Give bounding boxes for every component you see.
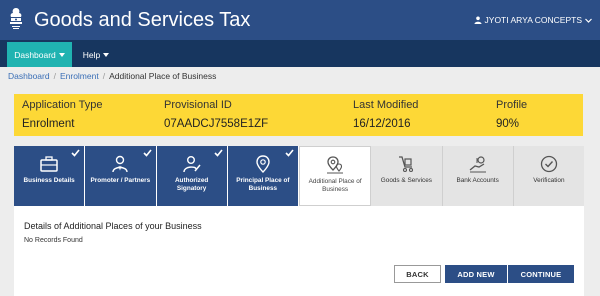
- breadcrumb-separator: /: [102, 71, 106, 81]
- step-label: Promoter / Partners: [90, 177, 151, 184]
- nav-help[interactable]: Help: [76, 42, 116, 67]
- nav-dashboard[interactable]: Dashboard: [7, 42, 72, 67]
- check-icon: [142, 149, 152, 157]
- user-menu[interactable]: JYOTI ARYA CONCEPTS: [474, 15, 592, 25]
- breadcrumb-current: Additional Place of Business: [109, 71, 217, 81]
- step-label: Business Details: [23, 177, 75, 184]
- briefcase-icon: [40, 156, 58, 172]
- step-label: Verification: [533, 177, 565, 184]
- check-icon: [285, 149, 294, 157]
- check-icon: [214, 149, 223, 157]
- national-emblem-icon: [10, 8, 22, 29]
- person-icon: [112, 155, 129, 173]
- no-records-text: No Records Found: [24, 237, 83, 244]
- check-icon: [71, 149, 80, 157]
- enrolment-steps: Business Details Promoter / Partners Aut…: [14, 146, 584, 206]
- application-type-value: Enrolment: [22, 118, 75, 130]
- back-button[interactable]: BACK: [394, 265, 441, 283]
- step-label: Bank Accounts: [456, 177, 499, 184]
- breadcrumb-dashboard[interactable]: Dashboard: [8, 71, 50, 81]
- continue-button[interactable]: CONTINUE: [508, 265, 574, 283]
- location-pin-icon: [256, 155, 270, 173]
- step-principal-place[interactable]: Principal Place of Business: [227, 146, 299, 206]
- step-label: Principal Place of Business: [236, 177, 290, 192]
- bank-icon: [469, 156, 486, 173]
- profile-value: 90%: [496, 118, 520, 130]
- step-authorized-signatory[interactable]: Authorized Signatory: [156, 146, 228, 206]
- nav-dashboard-label: Dashboard: [14, 49, 56, 60]
- last-modified-label: Last Modified: [353, 99, 419, 111]
- application-summary-banner: Application Type Enrolment Provisional I…: [14, 94, 583, 136]
- step-label: Goods & Services: [380, 177, 432, 184]
- step-promoter-partners[interactable]: Promoter / Partners: [85, 146, 157, 206]
- nav-help-label: Help: [82, 49, 101, 60]
- step-verification[interactable]: Verification: [513, 146, 584, 206]
- breadcrumb: Dashboard / Enrolment / Additional Place…: [8, 71, 216, 81]
- goods-icon: [399, 156, 414, 173]
- add-new-button[interactable]: ADD NEW: [445, 265, 507, 283]
- verification-icon: [540, 155, 558, 173]
- user-name: JYOTI ARYA CONCEPTS: [484, 15, 582, 25]
- locations-icon: [327, 156, 344, 174]
- panel-title: Details of Additional Places of your Bus…: [24, 221, 202, 231]
- step-bank-accounts[interactable]: Bank Accounts: [442, 146, 514, 206]
- chevron-down-icon: [585, 18, 592, 23]
- signatory-icon: [182, 156, 201, 173]
- breadcrumb-separator: /: [53, 71, 56, 81]
- profile-label: Profile: [496, 99, 528, 111]
- step-goods-services[interactable]: Goods & Services: [371, 146, 443, 206]
- application-type-label: Application Type: [22, 99, 103, 111]
- main-nav: Dashboard Help: [0, 40, 600, 67]
- caret-down-icon: [103, 52, 110, 57]
- last-modified-value: 16/12/2016: [353, 118, 411, 130]
- content-panel: Details of Additional Places of your Bus…: [14, 206, 584, 296]
- step-additional-place[interactable]: Additional Place of Business: [299, 146, 372, 206]
- app-title: Goods and Services Tax: [34, 9, 251, 31]
- step-label: Authorized Signatory: [174, 177, 209, 192]
- provisional-id-label: Provisional ID: [164, 99, 232, 111]
- provisional-id-value: 07AADCJ7558E1ZF: [164, 118, 269, 130]
- step-business-details[interactable]: Business Details: [14, 146, 86, 206]
- user-icon: [474, 16, 482, 24]
- breadcrumb-enrolment[interactable]: Enrolment: [60, 71, 99, 81]
- step-label: Additional Place of Business: [308, 178, 362, 193]
- app-header: Goods and Services Tax JYOTI ARYA CONCEP…: [0, 0, 600, 40]
- caret-down-icon: [58, 52, 65, 57]
